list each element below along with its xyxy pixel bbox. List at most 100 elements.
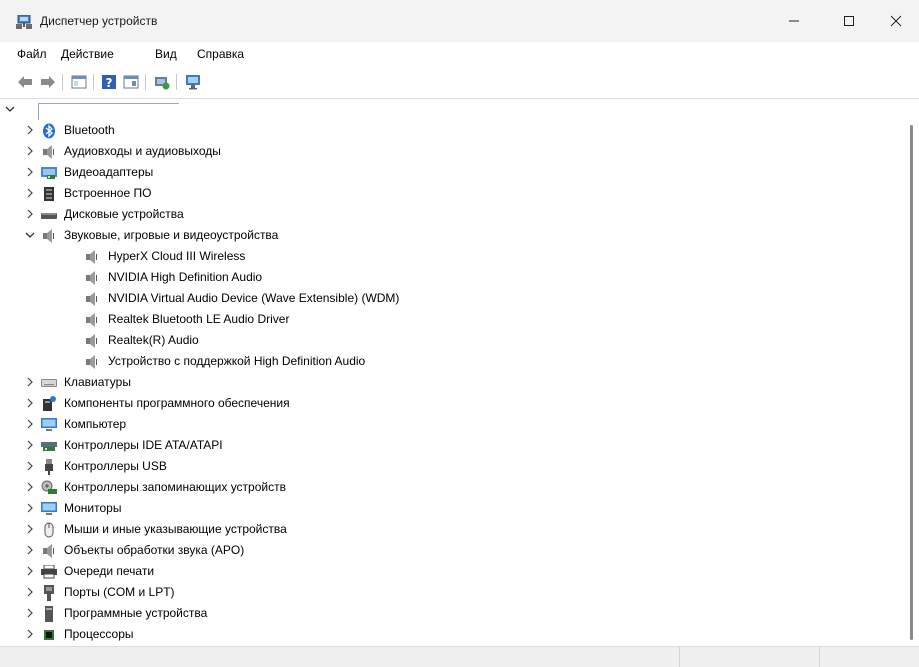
tree-category[interactable]: Программные устройства bbox=[0, 603, 900, 624]
chevron-right-icon[interactable] bbox=[25, 502, 35, 514]
tree-category-label: Программные устройства bbox=[64, 606, 208, 620]
forward-button[interactable] bbox=[39, 73, 57, 91]
tree-category[interactable]: Контроллеры USB bbox=[0, 456, 900, 477]
close-icon bbox=[890, 15, 902, 27]
tree-category-label: Дисковые устройства bbox=[64, 207, 184, 221]
menu-action[interactable]: Действие bbox=[61, 47, 114, 61]
toolbar-separator bbox=[145, 74, 146, 90]
tree-category[interactable]: Компьютер bbox=[0, 414, 900, 435]
tree-category-label: Контроллеры USB bbox=[64, 459, 167, 473]
chevron-right-icon[interactable] bbox=[25, 376, 35, 388]
tree-category-label: Контроллеры запоминающих устройств bbox=[64, 480, 286, 494]
tree-category[interactable]: Bluetooth bbox=[0, 120, 900, 141]
chevron-right-icon[interactable] bbox=[25, 439, 35, 451]
scan-hardware-icon bbox=[155, 77, 170, 90]
close-button[interactable] bbox=[873, 0, 919, 42]
tree-category[interactable]: Компоненты программного обеспечения bbox=[0, 393, 900, 414]
status-bar bbox=[0, 646, 919, 667]
menu-help[interactable]: Справка bbox=[197, 47, 244, 61]
chevron-right-icon[interactable] bbox=[25, 166, 35, 178]
tree-category[interactable]: Объекты обработки звука (APO) bbox=[0, 540, 900, 561]
menu-view[interactable]: Вид bbox=[155, 47, 177, 61]
chevron-down-icon[interactable] bbox=[25, 229, 35, 241]
help-button[interactable]: ? bbox=[100, 73, 118, 91]
root-computer-name bbox=[38, 103, 179, 120]
usb-icon bbox=[41, 459, 57, 475]
vertical-scrollbar[interactable] bbox=[903, 99, 919, 646]
status-panel bbox=[819, 647, 919, 667]
tree-device-label: Realtek Bluetooth LE Audio Driver bbox=[108, 312, 290, 326]
maximize-button[interactable] bbox=[826, 0, 872, 42]
chevron-right-icon[interactable] bbox=[25, 565, 35, 577]
software-component-icon bbox=[41, 396, 57, 412]
tree-category[interactable]: Мониторы bbox=[0, 498, 900, 519]
back-icon bbox=[18, 76, 32, 88]
chevron-right-icon[interactable] bbox=[25, 586, 35, 598]
speaker-icon bbox=[84, 249, 100, 265]
tree-device[interactable]: Realtek Bluetooth LE Audio Driver bbox=[0, 309, 900, 330]
speaker-icon bbox=[41, 543, 57, 559]
tree-device[interactable]: Устройство с поддержкой High Definition … bbox=[0, 351, 900, 372]
chevron-right-icon[interactable] bbox=[25, 208, 35, 220]
device-tree[interactable]: Bluetooth Аудиовходы и аудиовыходы Видеоад… bbox=[0, 99, 903, 646]
back-button[interactable] bbox=[16, 73, 34, 91]
tree-category[interactable]: Встроенное ПО bbox=[0, 183, 900, 204]
toolbar-separator bbox=[176, 74, 177, 90]
monitor-button[interactable] bbox=[184, 73, 202, 91]
tree-category[interactable]: Аудиовходы и аудиовыходы bbox=[0, 141, 900, 162]
chevron-right-icon[interactable] bbox=[25, 481, 35, 493]
chevron-right-icon[interactable] bbox=[25, 607, 35, 619]
scan-hardware-button[interactable] bbox=[153, 73, 171, 91]
tree-device[interactable]: NVIDIA High Definition Audio bbox=[0, 267, 900, 288]
device-manager-icon bbox=[15, 14, 33, 29]
chevron-right-icon[interactable] bbox=[25, 187, 35, 199]
chevron-right-icon[interactable] bbox=[25, 124, 35, 136]
chevron-right-icon[interactable] bbox=[25, 460, 35, 472]
menu-file[interactable]: Файл bbox=[17, 47, 47, 61]
status-panel bbox=[679, 647, 820, 667]
tree-category[interactable]: Клавиатуры bbox=[0, 372, 900, 393]
chevron-right-icon[interactable] bbox=[25, 628, 35, 640]
maximize-icon bbox=[844, 16, 854, 26]
chevron-right-icon[interactable] bbox=[25, 523, 35, 535]
tree-category[interactable]: Дисковые устройства bbox=[0, 204, 900, 225]
tree-category[interactable]: Процессоры bbox=[0, 624, 900, 645]
scrollbar-thumb[interactable] bbox=[910, 125, 913, 640]
printer-icon bbox=[41, 564, 57, 580]
tree-device[interactable]: Realtek(R) Audio bbox=[0, 330, 900, 351]
tree-category[interactable]: Контроллеры запоминающих устройств bbox=[0, 477, 900, 498]
display-adapter-icon bbox=[41, 165, 57, 181]
tree-category-label: Встроенное ПО bbox=[64, 186, 152, 200]
disk-icon bbox=[41, 207, 57, 223]
tree-root[interactable] bbox=[0, 99, 900, 120]
view-button[interactable] bbox=[122, 73, 140, 91]
software-device-icon bbox=[41, 606, 57, 622]
tree-category[interactable]: Очереди печати bbox=[0, 561, 900, 582]
bluetooth-icon bbox=[41, 123, 57, 139]
minimize-button[interactable] bbox=[771, 0, 817, 42]
chevron-right-icon[interactable] bbox=[25, 544, 35, 556]
chevron-right-icon[interactable] bbox=[25, 418, 35, 430]
chevron-right-icon[interactable] bbox=[25, 397, 35, 409]
tree-category-label: Компьютер bbox=[64, 417, 127, 431]
tree-device[interactable]: NVIDIA Virtual Audio Device (Wave Extens… bbox=[0, 288, 900, 309]
tree-device[interactable]: HyperX Cloud III Wireless bbox=[0, 246, 900, 267]
tree-category[interactable]: Порты (COM и LPT) bbox=[0, 582, 900, 603]
speaker-icon bbox=[84, 270, 100, 286]
speaker-icon bbox=[41, 228, 57, 244]
tree-category-label: Мыши и иные указывающие устройства bbox=[64, 522, 287, 536]
toolbar-separator bbox=[62, 74, 63, 90]
chevron-down-icon[interactable] bbox=[5, 103, 15, 115]
help-icon: ? bbox=[102, 75, 116, 90]
toolbar-separator bbox=[93, 74, 94, 90]
speaker-icon bbox=[84, 291, 100, 307]
tree-category[interactable]: Звуковые, игровые и видеоустройства bbox=[0, 225, 900, 246]
properties-button[interactable] bbox=[70, 73, 88, 91]
tree-category-label: Очереди печати bbox=[64, 564, 155, 578]
port-icon bbox=[41, 585, 57, 601]
tree-category[interactable]: Контроллеры IDE ATA/ATAPI bbox=[0, 435, 900, 456]
tree-category[interactable]: Видеоадаптеры bbox=[0, 162, 900, 183]
tree-category[interactable]: Мыши и иные указывающие устройства bbox=[0, 519, 900, 540]
chevron-right-icon[interactable] bbox=[25, 145, 35, 157]
svg-text:?: ? bbox=[106, 76, 113, 90]
